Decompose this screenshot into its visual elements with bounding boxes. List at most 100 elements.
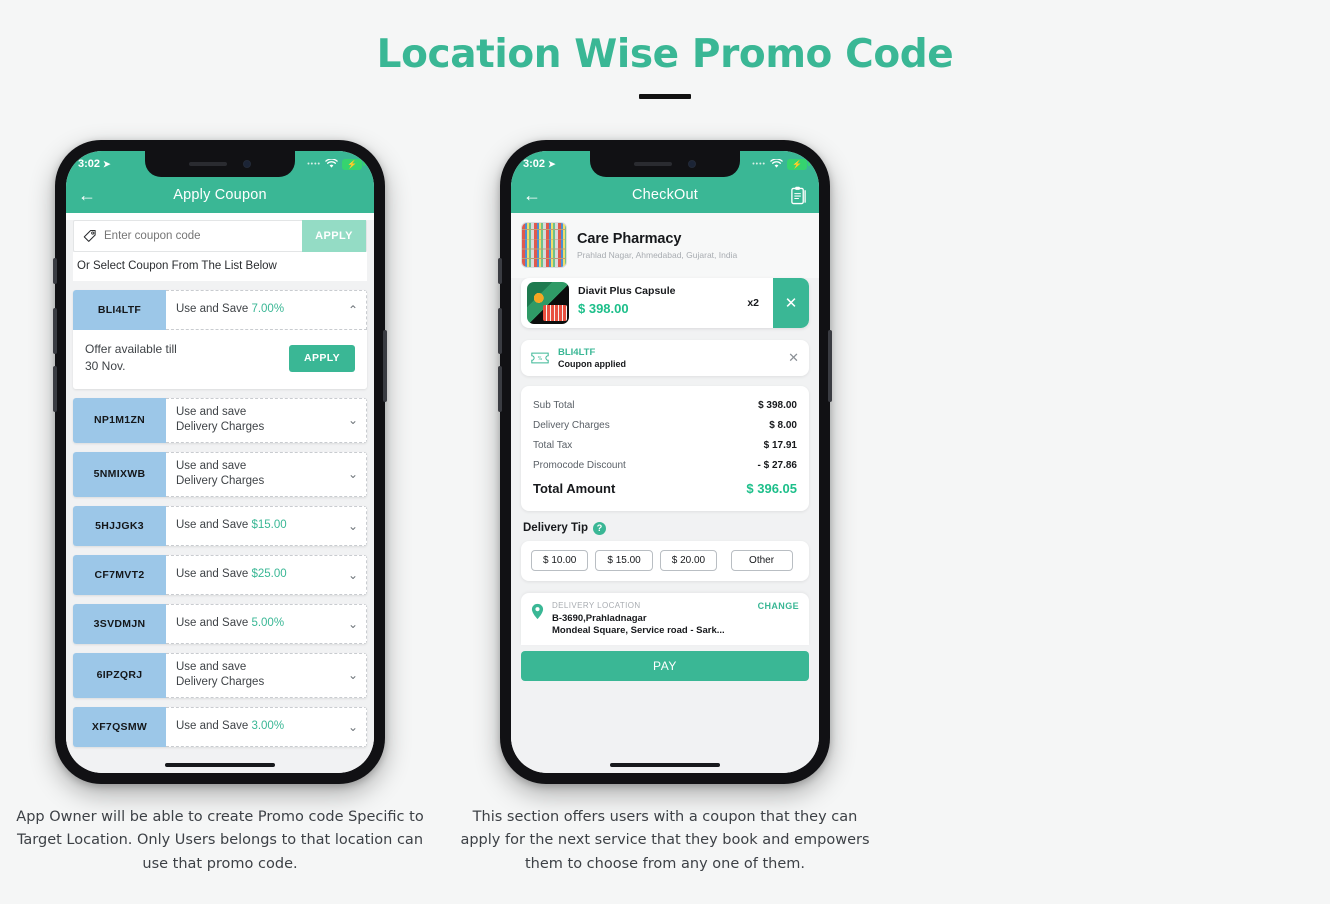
coupon-code-badge: 3SVDMJN (73, 603, 166, 644)
volume-down-button[interactable] (53, 366, 57, 412)
bill-label: Sub Total (533, 399, 575, 411)
back-icon[interactable]: ← (78, 186, 104, 204)
coupon-card[interactable]: 6IPZQRJ Use and save Delivery Charges ⌄ (73, 652, 367, 698)
phone-mockup-apply-coupon: 3:02 ➤ •••• ⚡ ← Apply Coupon Enter coupo… (53, 140, 387, 784)
coupon-desc-text: Use and save Delivery Charges (176, 660, 264, 691)
coupon-desc-text: Use and Save 3.00% (176, 719, 284, 735)
coupon-header[interactable]: 3SVDMJN Use and Save 5.00% ⌄ (73, 603, 367, 644)
tip-option-button[interactable]: $ 15.00 (595, 549, 653, 571)
app-bar-title: CheckOut (631, 187, 699, 203)
coupon-card[interactable]: XF7QSMW Use and Save 3.00% ⌄ (73, 706, 367, 747)
bill-row: Sub Total $ 398.00 (533, 395, 797, 415)
delivery-tip-title: Delivery Tip (523, 522, 588, 534)
change-address-button[interactable]: CHANGE (758, 601, 799, 611)
status-time-group: 3:02 ➤ (523, 158, 556, 170)
silent-switch[interactable] (498, 258, 502, 284)
power-button[interactable] (828, 330, 832, 402)
coupon-desc-line2: Delivery Charges (176, 676, 265, 689)
coupon-code-input[interactable] (104, 230, 302, 242)
back-icon[interactable]: ← (523, 186, 549, 204)
status-time: 3:02 (78, 158, 101, 170)
cart-item-row[interactable]: Diavit Plus Capsule $ 398.00 x2 ✕ (521, 278, 809, 328)
applied-coupon-code: BLI4LTF (558, 347, 596, 358)
store-info: Care Pharmacy Prahlad Nagar, Ahmedabad, … (577, 231, 737, 260)
applied-coupon-text: BLI4LTF Coupon applied (555, 347, 788, 369)
chevron-down-icon[interactable]: ⌄ (348, 719, 358, 735)
chevron-down-icon[interactable]: ⌄ (348, 466, 358, 482)
coupon-card[interactable]: 3SVDMJN Use and Save 5.00% ⌄ (73, 603, 367, 644)
volume-up-button[interactable] (498, 308, 502, 354)
coupon-expanded-panel: Offer available till 30 Nov. APPLY (73, 330, 367, 389)
coupon-card[interactable]: BLI4LTF Use and Save 7.00% ⌃ Offer avail… (73, 290, 367, 389)
power-button[interactable] (383, 330, 387, 402)
remove-item-button[interactable]: ✕ (773, 278, 809, 328)
volume-down-button[interactable] (498, 366, 502, 412)
coupon-desc-prefix: Use and save (176, 459, 247, 472)
svg-text:%: % (538, 356, 543, 362)
caption-left: App Owner will be able to create Promo c… (16, 809, 424, 872)
chevron-up-icon[interactable]: ⌃ (348, 302, 358, 318)
tip-option-button[interactable]: $ 20.00 (659, 549, 718, 571)
caption-right: This section offers users with a coupon … (460, 809, 870, 872)
clipboard-icon[interactable] (781, 186, 807, 205)
coupon-card[interactable]: 5NMIXWB Use and save Delivery Charges ⌄ (73, 451, 367, 497)
chevron-down-icon[interactable]: ⌄ (348, 616, 358, 632)
coupon-header[interactable]: 5HJJGK3 Use and Save $15.00 ⌄ (73, 505, 367, 546)
total-amount-label: Total Amount (533, 481, 616, 496)
applied-coupon-row: % BLI4LTF Coupon applied ✕ (521, 340, 809, 376)
coupon-apply-button[interactable]: APPLY (289, 344, 355, 372)
coupon-card[interactable]: NP1M1ZN Use and save Delivery Charges ⌄ (73, 397, 367, 443)
coupon-list[interactable]: BLI4LTF Use and Save 7.00% ⌃ Offer avail… (66, 282, 374, 773)
apply-coupon-button[interactable]: APPLY (302, 220, 366, 252)
phone-screen: 3:02 ➤ •••• ⚡ ← CheckOut Care Pharmacy P… (511, 151, 819, 773)
help-icon[interactable]: ? (593, 521, 606, 535)
apply-coupon-body: APPLY Or Select Coupon From The List Bel… (66, 220, 374, 773)
coupon-header[interactable]: CF7MVT2 Use and Save $25.00 ⌄ (73, 554, 367, 595)
coupon-code-badge: CF7MVT2 (73, 554, 166, 595)
chevron-down-icon[interactable]: ⌄ (348, 567, 358, 583)
total-amount-value: $ 396.05 (746, 481, 797, 496)
coupon-header[interactable]: NP1M1ZN Use and save Delivery Charges ⌄ (73, 397, 367, 443)
tip-option-button[interactable]: $ 10.00 (531, 549, 589, 571)
coupon-desc-value: $25.00 (251, 568, 287, 581)
battery-icon: ⚡ (787, 158, 810, 170)
pay-button[interactable]: PAY (521, 650, 809, 681)
bill-total-row: Total Amount $ 396.05 (533, 475, 797, 501)
wifi-icon (325, 159, 338, 168)
coupon-code-badge: 6IPZQRJ (73, 652, 166, 698)
app-bar: ← Apply Coupon (66, 177, 374, 213)
coupon-card[interactable]: 5HJJGK3 Use and Save $15.00 ⌄ (73, 505, 367, 546)
coupon-header[interactable]: XF7QSMW Use and Save 3.00% ⌄ (73, 706, 367, 747)
coupon-description: Use and Save $25.00 ⌄ (166, 554, 367, 595)
notch (590, 151, 740, 177)
tip-option-other-button[interactable]: Other (730, 549, 793, 571)
store-thumbnail (521, 222, 567, 268)
coupon-header[interactable]: 6IPZQRJ Use and save Delivery Charges ⌄ (73, 652, 367, 698)
status-time: 3:02 (523, 158, 546, 170)
applied-coupon-label: Coupon applied (558, 359, 626, 369)
coupon-header[interactable]: BLI4LTF Use and Save 7.00% ⌃ (73, 290, 367, 330)
chevron-down-icon[interactable]: ⌄ (348, 518, 358, 534)
earpiece-speaker (189, 162, 227, 166)
coupon-code-badge: 5NMIXWB (73, 451, 166, 497)
chevron-down-icon[interactable]: ⌄ (348, 667, 358, 683)
bill-row: Promocode Discount - $ 27.86 (533, 455, 797, 475)
offer-line-1: Offer available till (85, 342, 177, 356)
location-arrow-icon: ➤ (548, 158, 556, 169)
coupon-code-badge: XF7QSMW (73, 706, 166, 747)
coupon-desc-text: Use and save Delivery Charges (176, 459, 264, 490)
silent-switch[interactable] (53, 258, 57, 284)
bill-label: Promocode Discount (533, 459, 626, 471)
store-address: Prahlad Nagar, Ahmedabad, Gujarat, India (577, 249, 738, 260)
coupon-description: Use and save Delivery Charges ⌄ (166, 397, 367, 443)
chevron-down-icon[interactable]: ⌄ (348, 412, 358, 428)
volume-up-button[interactable] (53, 308, 57, 354)
earpiece-speaker (634, 162, 672, 166)
coupon-desc-text: Use and Save $25.00 (176, 567, 287, 583)
remove-coupon-icon[interactable]: ✕ (788, 350, 799, 366)
coupon-code-badge: BLI4LTF (73, 290, 166, 330)
coupon-description: Use and Save 7.00% ⌃ (166, 290, 367, 330)
coupon-card[interactable]: CF7MVT2 Use and Save $25.00 ⌄ (73, 554, 367, 595)
coupon-header[interactable]: 5NMIXWB Use and save Delivery Charges ⌄ (73, 451, 367, 497)
store-header[interactable]: Care Pharmacy Prahlad Nagar, Ahmedabad, … (511, 213, 819, 278)
